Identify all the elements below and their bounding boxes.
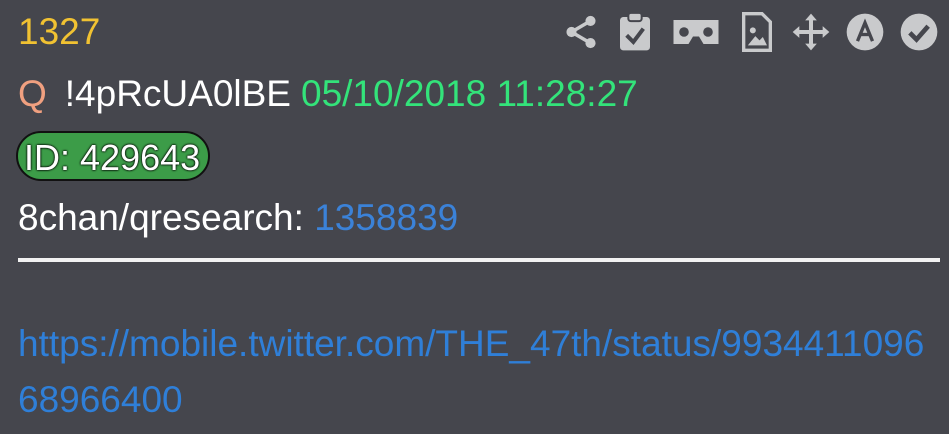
- move-arrows-icon[interactable]: [791, 12, 831, 52]
- post-meta: Q !4pRcUA0lBE 05/10/2018 11:28:27: [18, 72, 638, 116]
- vr-goggles-icon[interactable]: [669, 12, 723, 52]
- post-toolbar: [561, 10, 939, 54]
- post-body-link[interactable]: https://mobile.twitter.com/THE_47th/stat…: [18, 316, 933, 428]
- clipboard-check-icon[interactable]: [615, 12, 655, 52]
- post-number[interactable]: 1327: [18, 10, 100, 54]
- author-name[interactable]: Q: [18, 73, 47, 114]
- board-name: 8chan/qresearch:: [18, 197, 304, 238]
- board-post-link[interactable]: 1358839: [314, 197, 458, 238]
- post-timestamp: 05/10/2018 11:28:27: [301, 73, 638, 114]
- poster-id-badge[interactable]: ID: 429643: [16, 131, 211, 181]
- share-icon[interactable]: [561, 12, 601, 52]
- check-circle-icon[interactable]: [899, 12, 939, 52]
- divider: [18, 258, 940, 262]
- image-file-icon[interactable]: [737, 12, 777, 52]
- a-circle-icon[interactable]: [845, 12, 885, 52]
- board-reference: 8chan/qresearch: 1358839: [18, 196, 458, 240]
- tripcode: !4pRcUA0lBE: [64, 73, 291, 114]
